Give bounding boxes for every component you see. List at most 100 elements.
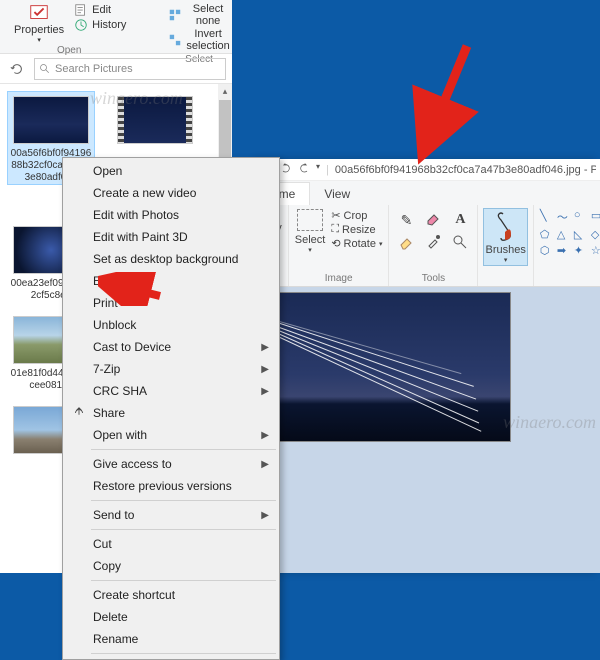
diamond-shape-icon[interactable]: ◇ bbox=[591, 228, 600, 241]
redo-icon[interactable] bbox=[298, 162, 310, 177]
submenu-arrow-icon: ▶ bbox=[261, 342, 269, 353]
submenu-arrow-icon: ▶ bbox=[261, 364, 269, 375]
menu-item-edit-with-photos[interactable]: Edit with Photos bbox=[65, 204, 277, 226]
shapes-gallery[interactable]: ╲ 〜 ○ ▭ ▢ ⬠ △ ◺ ◇ ⬠ ⬡ ➡ ✦ ☆ ✶ bbox=[540, 209, 600, 257]
curve-shape-icon[interactable]: 〜 bbox=[557, 209, 571, 225]
edit-button[interactable]: Edit bbox=[70, 3, 115, 17]
menu-item-open-with[interactable]: Open with ▶ bbox=[65, 424, 277, 446]
select-tool-button[interactable]: Select ▾ bbox=[295, 209, 326, 254]
menu-item-set-as-desktop-background[interactable]: Set as desktop background bbox=[65, 248, 277, 270]
menu-item-label: Set as desktop background bbox=[93, 252, 238, 266]
pencil-tool[interactable]: ✎ bbox=[395, 209, 417, 231]
eraser-tool[interactable] bbox=[395, 231, 417, 253]
fill-tool[interactable] bbox=[422, 209, 444, 231]
menu-item-open[interactable]: Open bbox=[65, 160, 277, 182]
undo-icon[interactable] bbox=[280, 162, 292, 177]
menu-item-send-to[interactable]: Send to▶ bbox=[65, 504, 277, 526]
polygon-shape-icon[interactable]: ⬠ bbox=[540, 228, 554, 241]
magnifier-tool[interactable] bbox=[449, 231, 471, 253]
ribbon-group-brushes: Brushes ▾ bbox=[478, 205, 533, 286]
hexagon-shape-icon[interactable]: ⬡ bbox=[540, 244, 554, 257]
menu-item-label: CRC SHA bbox=[93, 384, 147, 398]
menu-item-edit-with-paint-3d[interactable]: Edit with Paint 3D bbox=[65, 226, 277, 248]
rarrow-shape-icon[interactable]: ➡ bbox=[557, 244, 571, 257]
ribbon-group-image: Select ▾ ✂Crop ⛶Resize ⟲Rotate ▾ Image bbox=[289, 205, 390, 286]
menu-item-share[interactable]: Share bbox=[65, 402, 277, 424]
menu-item-print[interactable]: Print bbox=[65, 292, 277, 314]
thumbnail-image bbox=[13, 96, 89, 144]
rtriangle-shape-icon[interactable]: ◺ bbox=[574, 228, 588, 241]
menu-item-label: Open bbox=[93, 164, 122, 178]
menu-item-copy[interactable]: Copy bbox=[65, 555, 277, 577]
menu-item-delete[interactable]: Delete bbox=[65, 606, 277, 628]
menu-item-7-zip[interactable]: 7-Zip ▶ bbox=[65, 358, 277, 380]
rotate-button[interactable]: ⟲Rotate ▾ bbox=[331, 237, 382, 250]
context-menu: Open Create a new video Edit with Photos Ed… bbox=[62, 157, 280, 660]
properties-button[interactable]: Properties ▾ bbox=[8, 2, 70, 44]
menu-item-cut[interactable]: Cut bbox=[65, 533, 277, 555]
color-picker-tool[interactable] bbox=[422, 231, 444, 253]
menu-item-unblock[interactable]: Unblock bbox=[65, 314, 277, 336]
menu-item-crc-sha[interactable]: CRC SHA▶ bbox=[65, 380, 277, 402]
paint-window: ▾ | 00a56f6bf0f941968b32cf0ca7a47b3e80ad… bbox=[258, 159, 600, 573]
paint-canvas-area[interactable]: winaero.com bbox=[258, 287, 600, 573]
oval-shape-icon[interactable]: ○ bbox=[574, 209, 588, 225]
text-tool[interactable]: A bbox=[449, 209, 471, 231]
select-none-button[interactable]: Select none bbox=[164, 3, 233, 27]
menu-item-restore-previous-versions[interactable]: Restore previous versions bbox=[65, 475, 277, 497]
ribbon-group-open: Properties ▾ Edit History Open bbox=[8, 2, 130, 53]
menu-item-label: Restore previous versions bbox=[93, 479, 232, 493]
select-rect-icon bbox=[297, 209, 323, 231]
explorer-nav-bar: Search Pictures bbox=[0, 54, 232, 84]
search-input[interactable]: Search Pictures bbox=[34, 58, 226, 80]
refresh-icon bbox=[10, 62, 24, 76]
menu-item-label: Create a new video bbox=[93, 186, 196, 200]
menu-separator bbox=[91, 449, 276, 450]
menu-item-edit[interactable]: Edit bbox=[65, 270, 277, 292]
history-icon bbox=[74, 18, 88, 32]
refresh-button[interactable] bbox=[6, 58, 28, 80]
resize-button[interactable]: ⛶Resize bbox=[331, 223, 382, 236]
ribbon-group-shapes: ╲ 〜 ○ ▭ ▢ ⬠ △ ◺ ◇ ⬠ ⬡ ➡ ✦ ☆ ✶ bbox=[534, 205, 600, 286]
menu-item-label: Print bbox=[93, 296, 118, 310]
menu-item-give-access-to[interactable]: Give access to▶ bbox=[65, 453, 277, 475]
submenu-arrow-icon: ▶ bbox=[261, 430, 269, 441]
tab-view[interactable]: View bbox=[310, 183, 364, 205]
explorer-ribbon: Properties ▾ Edit History Open bbox=[0, 0, 232, 54]
star5-shape-icon[interactable]: ☆ bbox=[591, 244, 600, 257]
menu-item-label: Unblock bbox=[93, 318, 136, 332]
resize-icon: ⛶ bbox=[331, 223, 339, 236]
brushes-button[interactable]: Brushes ▾ bbox=[484, 209, 526, 265]
history-button[interactable]: History bbox=[70, 18, 130, 32]
window-title: 00a56f6bf0f941968b32cf0ca7a47b3e80adf046… bbox=[335, 164, 596, 176]
menu-item-label: Send to bbox=[93, 508, 134, 522]
menu-item-label: Open with bbox=[93, 428, 147, 442]
star4-shape-icon[interactable]: ✦ bbox=[574, 244, 588, 257]
menu-item-label: Copy bbox=[93, 559, 121, 573]
invert-selection-button[interactable]: Invert selection bbox=[164, 28, 233, 52]
menu-item-label: Edit bbox=[93, 274, 114, 288]
menu-separator bbox=[91, 500, 276, 501]
menu-item-label: Edit with Photos bbox=[93, 208, 179, 222]
menu-item-create-shortcut[interactable]: Create shortcut bbox=[65, 584, 277, 606]
menu-item-create-a-new-video[interactable]: Create a new video bbox=[65, 182, 277, 204]
menu-item-label: 7-Zip bbox=[93, 362, 120, 376]
scroll-up-icon[interactable]: ▴ bbox=[218, 84, 232, 98]
menu-item-label: Rename bbox=[93, 632, 138, 646]
paint-canvas-image[interactable] bbox=[263, 292, 511, 442]
paint-titlebar[interactable]: ▾ | 00a56f6bf0f941968b32cf0ca7a47b3e80ad… bbox=[258, 159, 600, 181]
menu-item-cast-to-device[interactable]: Cast to Device▶ bbox=[65, 336, 277, 358]
thumbnail-image bbox=[117, 96, 193, 144]
menu-item-label: Cut bbox=[93, 537, 112, 551]
checkmark-icon bbox=[25, 2, 53, 24]
annotation-arrow bbox=[395, 38, 485, 168]
triangle-shape-icon[interactable]: △ bbox=[557, 228, 571, 241]
line-shape-icon[interactable]: ╲ bbox=[540, 209, 554, 225]
rotate-icon: ⟲ bbox=[331, 237, 340, 250]
rect-shape-icon[interactable]: ▭ bbox=[591, 209, 600, 225]
menu-item-rename[interactable]: Rename bbox=[65, 628, 277, 650]
crop-button[interactable]: ✂Crop bbox=[331, 209, 382, 222]
watermark-text: winaero.com bbox=[503, 412, 596, 433]
ribbon-group-select: Select none Invert selection Select bbox=[164, 2, 233, 53]
qat-dropdown-icon[interactable]: ▾ bbox=[316, 162, 320, 177]
